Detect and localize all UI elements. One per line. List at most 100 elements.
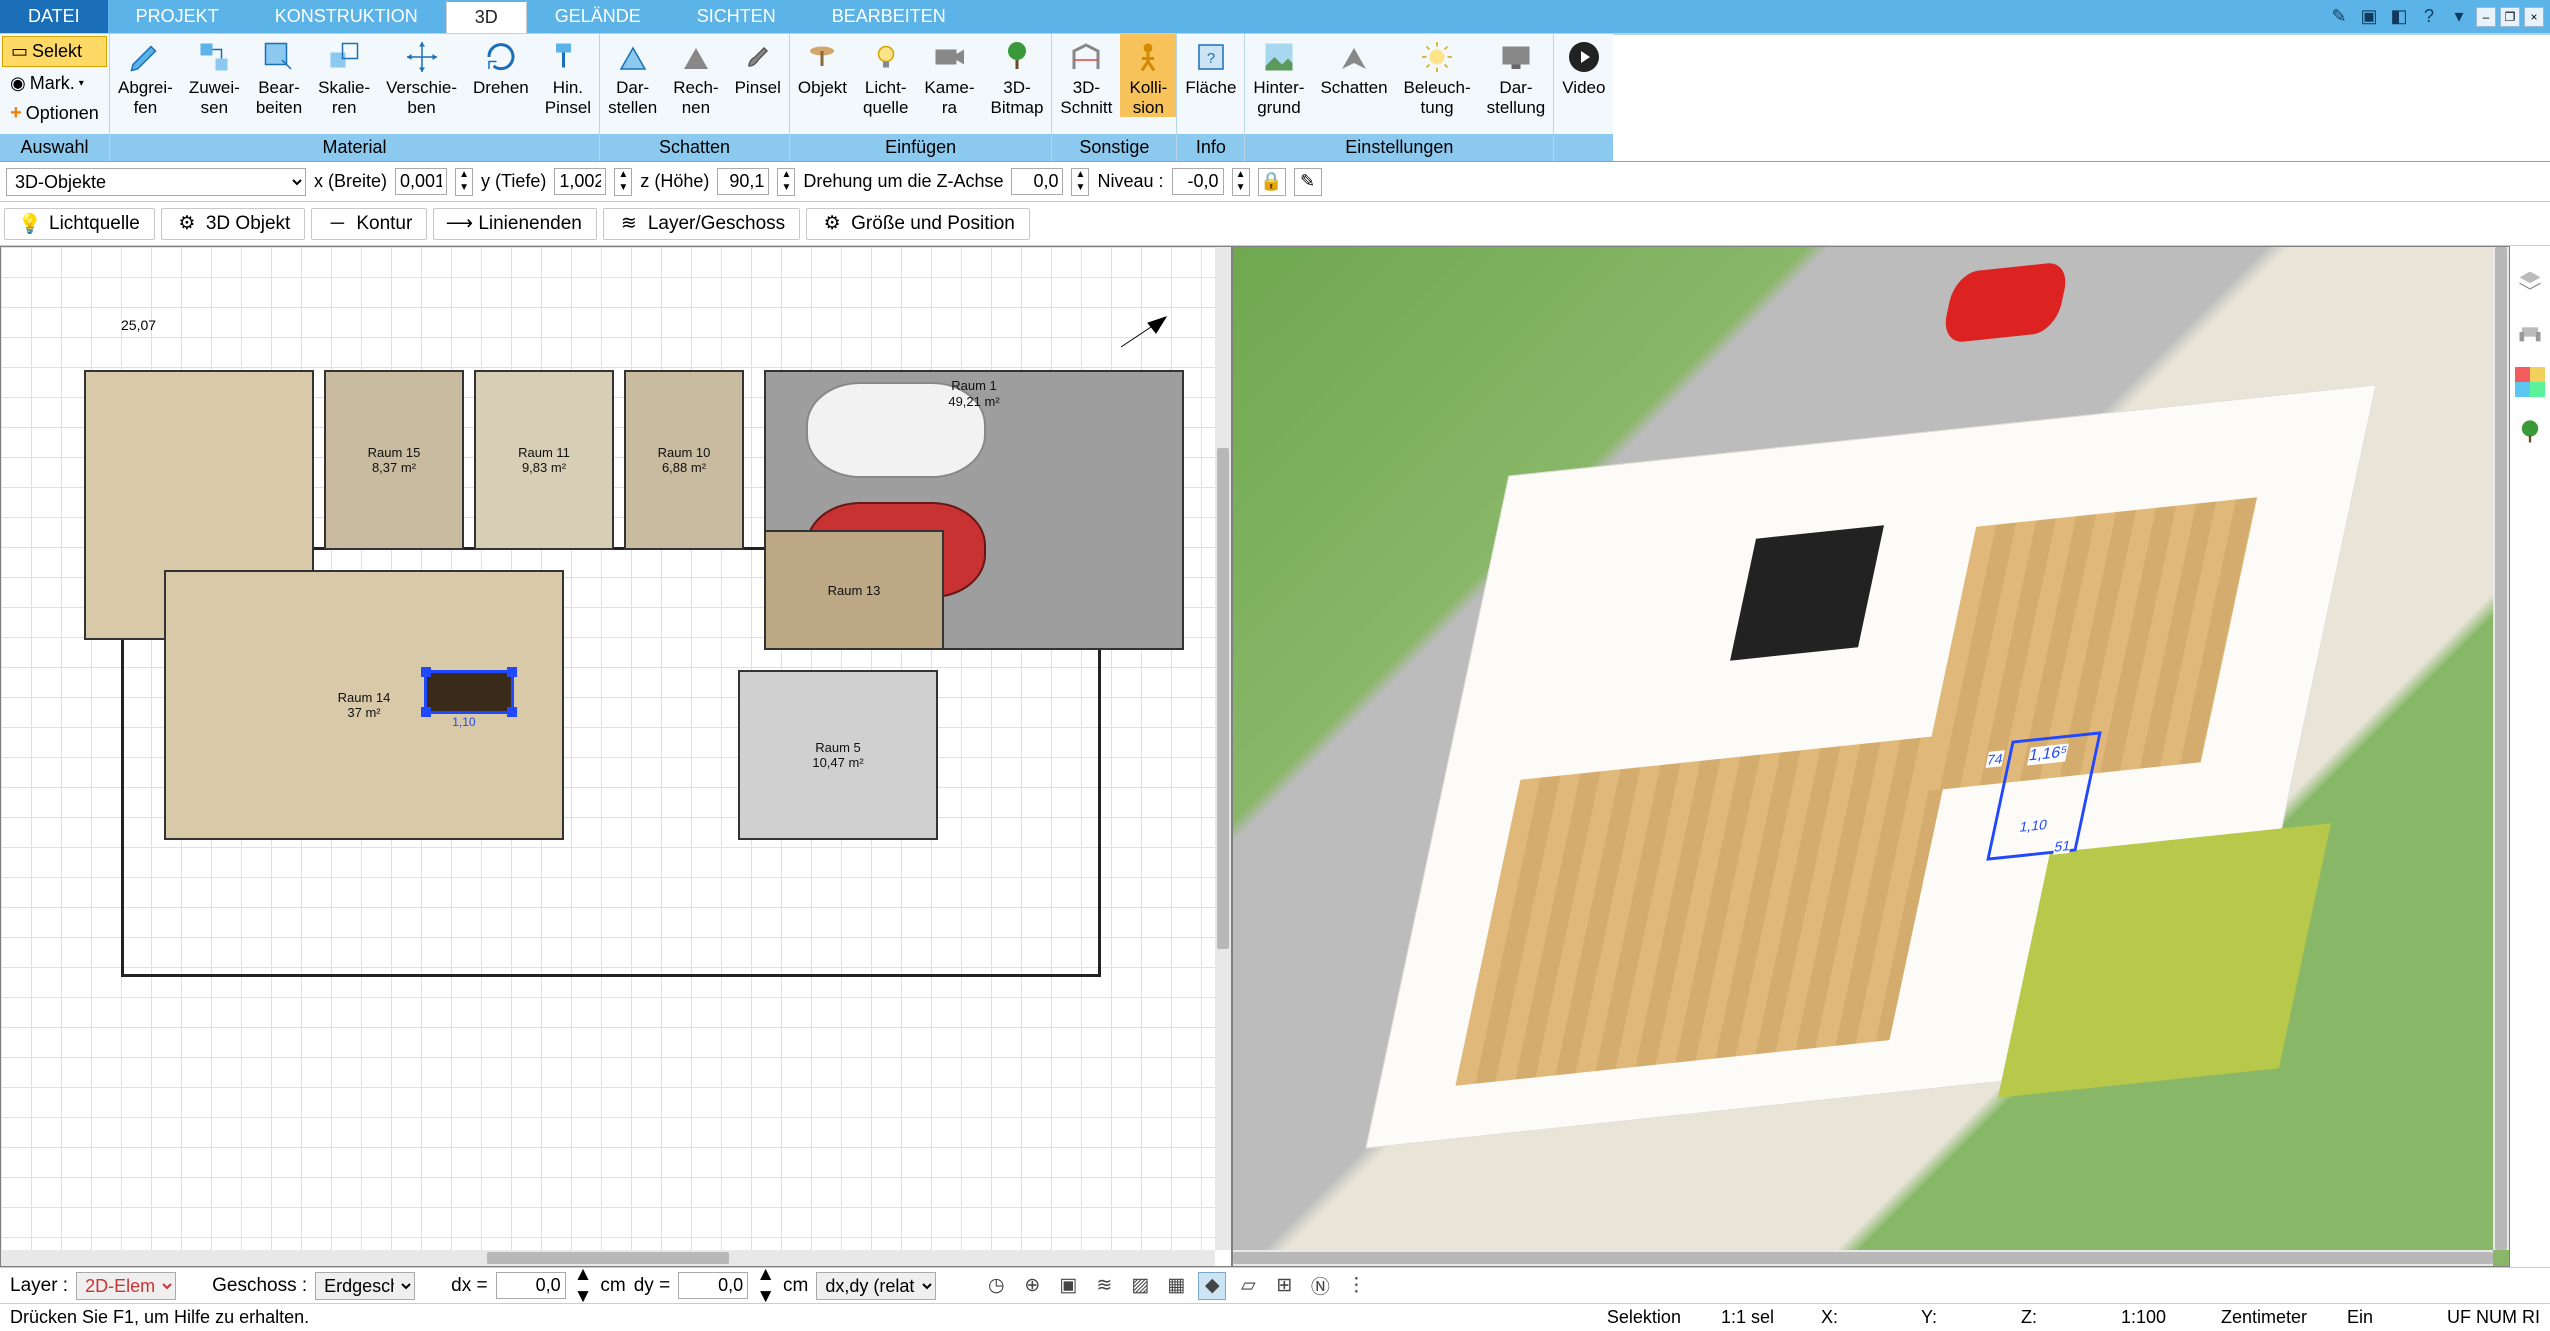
bulb-icon: 💡 <box>19 213 41 235</box>
status-rest: UF NUM RI <box>2447 1307 2540 1328</box>
niveau-label: Niveau : <box>1097 171 1163 192</box>
2d-scrollbar-h[interactable] <box>1 1250 1215 1266</box>
wand-icon[interactable]: ✎ <box>2326 4 2352 30</box>
globe-icon[interactable]: ⊕ <box>1018 1272 1046 1300</box>
ctx-3d-objekt[interactable]: ⚙3D Objekt <box>161 208 305 240</box>
menu-projekt[interactable]: PROJEKT <box>108 0 247 33</box>
chevron-down-icon[interactable]: ▾ <box>2446 4 2472 30</box>
edit-icon[interactable]: ✎ <box>1294 168 1322 196</box>
btn-skalieren[interactable]: Skalie-ren <box>310 34 378 117</box>
rotation-spinner[interactable]: ▲▼ <box>1071 168 1089 196</box>
window-close[interactable]: × <box>2524 7 2544 27</box>
north-icon[interactable]: Ⓝ <box>1306 1272 1334 1300</box>
2d-pane[interactable]: 25,07 Raum 158,37 m² Raum 119,83 m² Raum… <box>0 246 1232 1267</box>
group-einstellungen: Hinter-grund Schatten Beleuch-tung Dar-s… <box>1245 34 1554 161</box>
wireframe-icon[interactable]: ▱ <box>1234 1272 1262 1300</box>
btn-darstellen[interactable]: Dar-stellen <box>600 34 665 117</box>
niveau-spinner[interactable]: ▲▼ <box>1232 168 1250 196</box>
btn-objekt[interactable]: Objekt <box>790 34 855 98</box>
btn-bearbeiten[interactable]: Bear-beiten <box>248 34 310 117</box>
btn-hintergrund[interactable]: Hinter-grund <box>1245 34 1312 117</box>
menu-datei[interactable]: DATEI <box>0 0 108 33</box>
window-restore[interactable]: ❐ <box>2500 7 2520 27</box>
dx-spinner[interactable]: ▲▼ <box>574 1264 593 1308</box>
side-tool-strip <box>2510 246 2550 1267</box>
btn-abgreifen[interactable]: Abgrei-fen <box>110 34 181 117</box>
layers-panel-icon[interactable] <box>2514 266 2546 298</box>
menu-dots-icon[interactable]: ⋮ <box>1342 1272 1370 1300</box>
coord-mode-select[interactable]: dx,dy (relativ ka <box>816 1272 936 1300</box>
grid-icon[interactable]: ⊞ <box>1270 1272 1298 1300</box>
niveau-input[interactable] <box>1172 168 1224 195</box>
btn-kamera[interactable]: Kame-ra <box>916 34 982 117</box>
palette-icon[interactable] <box>2514 366 2546 398</box>
ctx-groesse[interactable]: ⚙Größe und Position <box>806 208 1030 240</box>
clipboard-icon[interactable]: ▣ <box>2356 4 2382 30</box>
btn-darstellung[interactable]: Dar-stellung <box>1479 34 1554 117</box>
btn-zuweisen[interactable]: Zuwei-sen <box>181 34 248 117</box>
3d-viewport[interactable]: 74 1,16⁵ 1,10 51 <box>1233 247 2509 1266</box>
btn-kollision[interactable]: Kolli-sion <box>1120 34 1176 117</box>
z-spinner[interactable]: ▲▼ <box>777 168 795 196</box>
group-title-material: Material <box>110 134 599 161</box>
layers-icon: ≋ <box>618 213 640 235</box>
btn-flaeche[interactable]: ?Fläche <box>1177 34 1244 98</box>
2d-scrollbar-v[interactable] <box>1215 247 1231 1250</box>
y-spinner[interactable]: ▲▼ <box>614 168 632 196</box>
btn-3d-bitmap[interactable]: 3D-Bitmap <box>982 34 1051 117</box>
ctx-linienenden[interactable]: ⟶Linienenden <box>433 208 597 240</box>
window-minimize[interactable]: – <box>2476 7 2496 27</box>
layers-icon[interactable]: ≋ <box>1090 1272 1118 1300</box>
btn-beleuchtung[interactable]: Beleuch-tung <box>1396 34 1479 117</box>
selekt-button[interactable]: ▭Selekt <box>2 36 107 67</box>
menu-sichten[interactable]: SICHTEN <box>669 0 804 33</box>
lock-icon[interactable]: 🔒 <box>1258 168 1286 196</box>
y-input[interactable] <box>554 168 606 195</box>
clock-icon[interactable]: ◷ <box>982 1272 1010 1300</box>
3d-pane[interactable]: 74 1,16⁵ 1,10 51 <box>1232 246 2510 1267</box>
3d-scrollbar-v[interactable] <box>2493 247 2509 1250</box>
btn-video[interactable]: Video <box>1554 34 1613 98</box>
3d-scrollbar-h[interactable] <box>1233 1250 2493 1266</box>
x-input[interactable] <box>395 168 447 195</box>
dx-input[interactable] <box>496 1272 566 1299</box>
rotation-input[interactable] <box>1011 168 1063 195</box>
hatch-icon[interactable]: ▨ <box>1126 1272 1154 1300</box>
z-input[interactable] <box>717 168 769 195</box>
btn-drehen[interactable]: Drehen <box>465 34 537 98</box>
cube-icon[interactable]: ◧ <box>2386 4 2412 30</box>
bottom-bar: Layer : 2D-Elemen Geschoss : Erdgeschos … <box>0 1267 2550 1303</box>
dy-spinner[interactable]: ▲▼ <box>756 1264 775 1308</box>
btn-pinsel[interactable]: Pinsel <box>727 34 789 98</box>
dy-input[interactable] <box>678 1272 748 1299</box>
help-icon[interactable]: ? <box>2416 4 2442 30</box>
selected-object-2d[interactable]: 1,10 <box>424 670 514 714</box>
mark-button[interactable]: ◉Mark.▾ <box>2 69 107 98</box>
x-spinner[interactable]: ▲▼ <box>455 168 473 196</box>
pattern-icon[interactable]: ▦ <box>1162 1272 1190 1300</box>
geschoss-select[interactable]: Erdgeschos <box>315 1272 415 1300</box>
shade-icon[interactable]: ◆ <box>1198 1272 1226 1300</box>
rotation-label: Drehung um die Z-Achse <box>803 171 1003 192</box>
furniture-panel-icon[interactable] <box>2514 316 2546 348</box>
ctx-lichtquelle[interactable]: 💡Lichtquelle <box>4 208 155 240</box>
menu-gelaende[interactable]: GELÄNDE <box>527 0 669 33</box>
camera-icon[interactable]: ▣ <box>1054 1272 1082 1300</box>
optionen-button[interactable]: +Optionen <box>2 98 107 129</box>
auswahl-group-title: Auswahl <box>0 134 109 161</box>
menu-bearbeiten[interactable]: BEARBEITEN <box>804 0 974 33</box>
layer-select[interactable]: 2D-Elemen <box>76 1272 176 1300</box>
ctx-kontur[interactable]: ─Kontur <box>311 208 427 240</box>
btn-verschieben[interactable]: Verschie-ben <box>378 34 465 117</box>
btn-rechnen[interactable]: Rech-nen <box>665 34 726 117</box>
object-type-select[interactable]: 3D-Objekte <box>6 168 306 196</box>
ctx-layer[interactable]: ≋Layer/Geschoss <box>603 208 800 240</box>
menu-3d[interactable]: 3D <box>446 0 527 33</box>
menu-konstruktion[interactable]: KONSTRUKTION <box>247 0 446 33</box>
btn-3d-schnitt[interactable]: 3D-Schnitt <box>1052 34 1120 117</box>
btn-hin-pinsel[interactable]: Hin.Pinsel <box>537 34 599 117</box>
2d-viewport[interactable]: 25,07 Raum 158,37 m² Raum 119,83 m² Raum… <box>1 247 1231 1266</box>
tree-panel-icon[interactable] <box>2514 416 2546 448</box>
btn-schatten-set[interactable]: Schatten <box>1312 34 1395 98</box>
btn-lichtquelle[interactable]: Licht-quelle <box>855 34 916 117</box>
